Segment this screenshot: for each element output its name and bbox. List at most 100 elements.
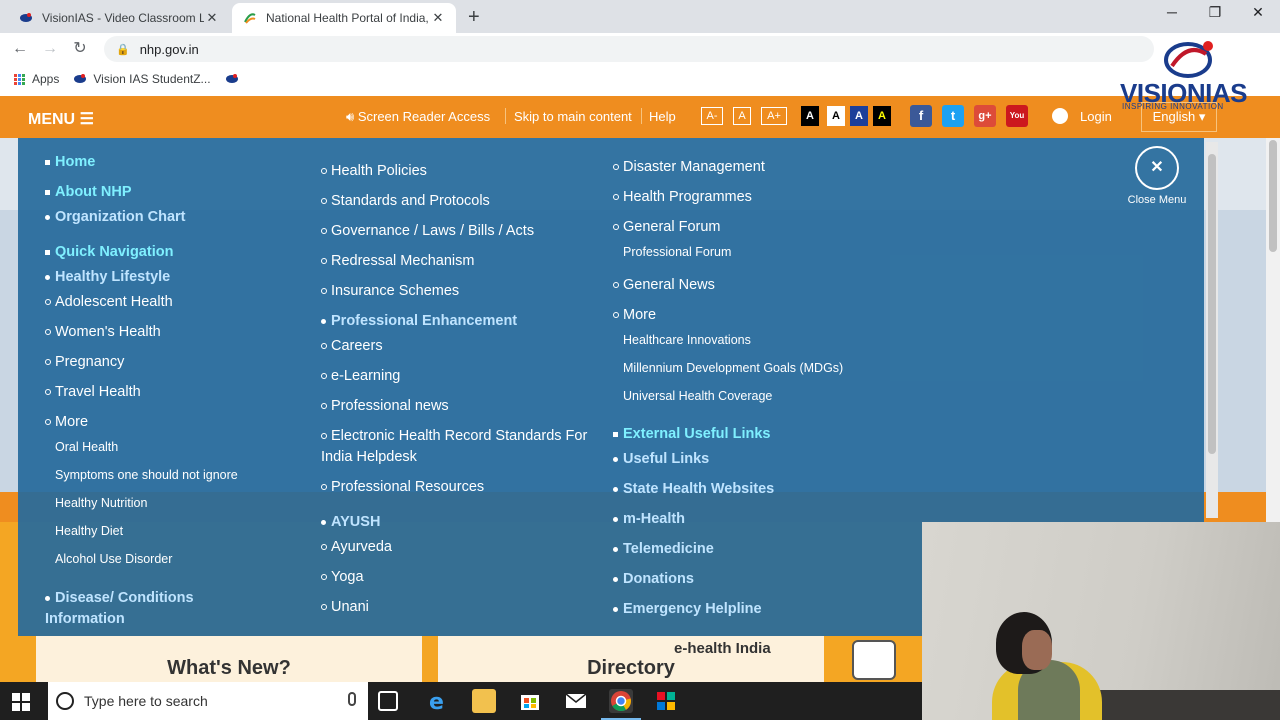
whats-new-card[interactable]: What's New? — [36, 636, 422, 682]
close-tab-icon[interactable]: ✕ — [204, 10, 220, 26]
youtube-icon[interactable]: You — [1006, 105, 1028, 127]
app-tiles-icon[interactable] — [654, 689, 678, 713]
bookmark-apps[interactable]: Apps — [14, 72, 59, 86]
menu-subitem[interactable]: Alcohol Use Disorder — [55, 552, 172, 566]
menu-quick-navigation[interactable]: Quick Navigation — [45, 244, 173, 260]
menu-scrollbar-thumb[interactable] — [1208, 154, 1216, 454]
menu-link[interactable]: Emergency Helpline — [613, 601, 762, 617]
file-explorer-icon[interactable] — [472, 689, 496, 713]
contrast-blue-button[interactable]: A — [850, 106, 868, 126]
menu-item[interactable]: General News — [613, 277, 715, 293]
menu-ehr-standards[interactable]: Electronic Health Record Standards For — [321, 428, 587, 444]
menu-about-nhp[interactable]: About NHP — [45, 184, 132, 200]
menu-link[interactable]: State Health Websites — [613, 481, 774, 497]
taskbar-search[interactable]: Type here to search — [48, 682, 368, 720]
tab-visionias[interactable]: VisionIAS - Video Classroom Lec ✕ — [8, 3, 230, 33]
menu-subitem[interactable]: Healthy Nutrition — [55, 496, 147, 510]
menu-label: MENU — [28, 111, 76, 128]
menu-item[interactable]: Redressal Mechanism — [321, 253, 474, 269]
new-tab-icon[interactable]: + — [468, 6, 480, 29]
menu-subitem[interactable]: Healthy Diet — [55, 524, 123, 538]
contrast-white-button[interactable]: A — [827, 106, 845, 126]
microphone-icon[interactable] — [348, 692, 356, 706]
forward-icon[interactable]: → — [39, 38, 61, 60]
twitter-icon[interactable]: t — [942, 105, 964, 127]
menu-ehr-standards-line2[interactable]: India Helpdesk — [321, 449, 417, 465]
menu-item[interactable]: e-Learning — [321, 368, 400, 384]
close-tab-icon[interactable]: ✕ — [430, 10, 446, 26]
address-bar[interactable]: 🔒 nhp.gov.in — [104, 36, 1154, 62]
login-link[interactable]: Login — [1052, 108, 1112, 124]
menu-item[interactable]: Insurance Schemes — [321, 283, 459, 299]
window-close-icon[interactable]: ✕ — [1240, 4, 1276, 21]
menu-link[interactable]: m-Health — [613, 511, 685, 527]
back-icon[interactable]: ← — [9, 38, 31, 60]
font-normal-button[interactable]: A — [733, 107, 751, 125]
task-view-icon[interactable] — [378, 691, 398, 711]
menu-professional-enhancement[interactable]: Professional Enhancement — [321, 313, 517, 329]
menu-disease-conditions-line2[interactable]: Information — [45, 611, 125, 627]
menu-item[interactable]: Careers — [321, 338, 383, 354]
menu-link[interactable]: Useful Links — [613, 451, 709, 467]
menu-subitem[interactable]: Universal Health Coverage — [623, 389, 772, 403]
menu-item[interactable]: More — [613, 307, 656, 323]
font-increase-button[interactable]: A+ — [761, 107, 787, 125]
menu-link[interactable]: Donations — [613, 571, 694, 587]
maximize-icon[interactable]: ❐ — [1197, 4, 1233, 21]
reload-icon[interactable]: ↻ — [69, 38, 91, 60]
mail-icon[interactable] — [564, 689, 588, 713]
screen-reader-link[interactable]: 🔊︎ Screen Reader Access — [346, 109, 490, 125]
menu-item[interactable]: Professional Resources — [321, 479, 484, 495]
menu-link[interactable]: Telemedicine — [613, 541, 714, 557]
menu-item[interactable]: Pregnancy — [45, 354, 124, 370]
store-icon[interactable] — [518, 689, 542, 713]
close-menu-label: Close Menu — [1127, 194, 1187, 206]
menu-item[interactable]: Health Policies — [321, 163, 427, 179]
edge-icon[interactable]: e — [426, 689, 450, 715]
minimize-icon[interactable]: ─ — [1154, 4, 1190, 20]
menu-item[interactable]: Yoga — [321, 569, 364, 585]
close-menu-button[interactable]: ✕ Close Menu — [1122, 146, 1192, 206]
visionias-watermark: VISIONIAS INSPIRING INNOVATION — [1118, 36, 1278, 112]
menu-item[interactable]: Travel Health — [45, 384, 141, 400]
menu-item[interactable]: Ayurveda — [321, 539, 392, 555]
font-decrease-button[interactable]: A- — [701, 107, 723, 125]
menu-item[interactable]: Health Programmes — [613, 189, 752, 205]
menu-item[interactable]: Standards and Protocols — [321, 193, 490, 209]
google-plus-icon[interactable]: g+ — [974, 105, 996, 127]
contrast-yellow-button[interactable]: A — [873, 106, 891, 126]
menu-ayush[interactable]: AYUSH — [321, 514, 380, 530]
menu-item[interactable]: Governance / Laws / Bills / Acts — [321, 223, 534, 239]
contrast-black-button[interactable]: A — [801, 106, 819, 126]
menu-subitem[interactable]: Millennium Development Goals (MDGs) — [623, 361, 843, 375]
menu-item[interactable]: Disaster Management — [613, 159, 765, 175]
menu-item[interactable]: General Forum — [613, 219, 721, 235]
menu-item[interactable]: More — [45, 414, 88, 430]
facebook-icon[interactable]: f — [910, 105, 932, 127]
menu-healthy-lifestyle[interactable]: Healthy Lifestyle — [45, 269, 170, 285]
tab-nhp[interactable]: National Health Portal of India, G ✕ — [232, 3, 456, 33]
menu-subitem[interactable]: Healthcare Innovations — [623, 333, 751, 347]
browser-toolbar: ← → ↻ 🔒 nhp.gov.in — [0, 33, 1280, 65]
menu-item[interactable]: Unani — [321, 599, 369, 615]
help-link[interactable]: Help — [649, 109, 676, 124]
chrome-icon[interactable] — [601, 689, 641, 720]
menu-subitem[interactable]: Symptoms one should not ignore — [55, 468, 238, 482]
menu-item[interactable]: Professional news — [321, 398, 449, 414]
menu-disease-conditions[interactable]: Disease/ Conditions — [45, 590, 194, 606]
bookmark-icon-only[interactable] — [225, 72, 239, 86]
bookmark-visionias[interactable]: Vision IAS StudentZ... — [73, 72, 211, 86]
menu-button[interactable]: MENU ☰ — [28, 109, 94, 129]
menu-scrollbar[interactable] — [1206, 142, 1218, 518]
menu-subitem[interactable]: Professional Forum — [623, 245, 731, 259]
menu-item[interactable]: Adolescent Health — [45, 294, 173, 310]
windows-start-icon[interactable] — [12, 693, 30, 711]
menu-organization-chart[interactable]: Organization Chart — [45, 209, 186, 225]
skip-to-main-link[interactable]: Skip to main content — [514, 109, 632, 124]
menu-item[interactable]: Women's Health — [45, 324, 161, 340]
bookmarks-bar: Apps Vision IAS StudentZ... — [0, 65, 1280, 93]
menu-external-links[interactable]: External Useful Links — [613, 426, 770, 442]
menu-subitem[interactable]: Oral Health — [55, 440, 118, 454]
page-scrollbar-thumb[interactable] — [1269, 140, 1277, 252]
menu-home[interactable]: Home — [45, 154, 95, 170]
